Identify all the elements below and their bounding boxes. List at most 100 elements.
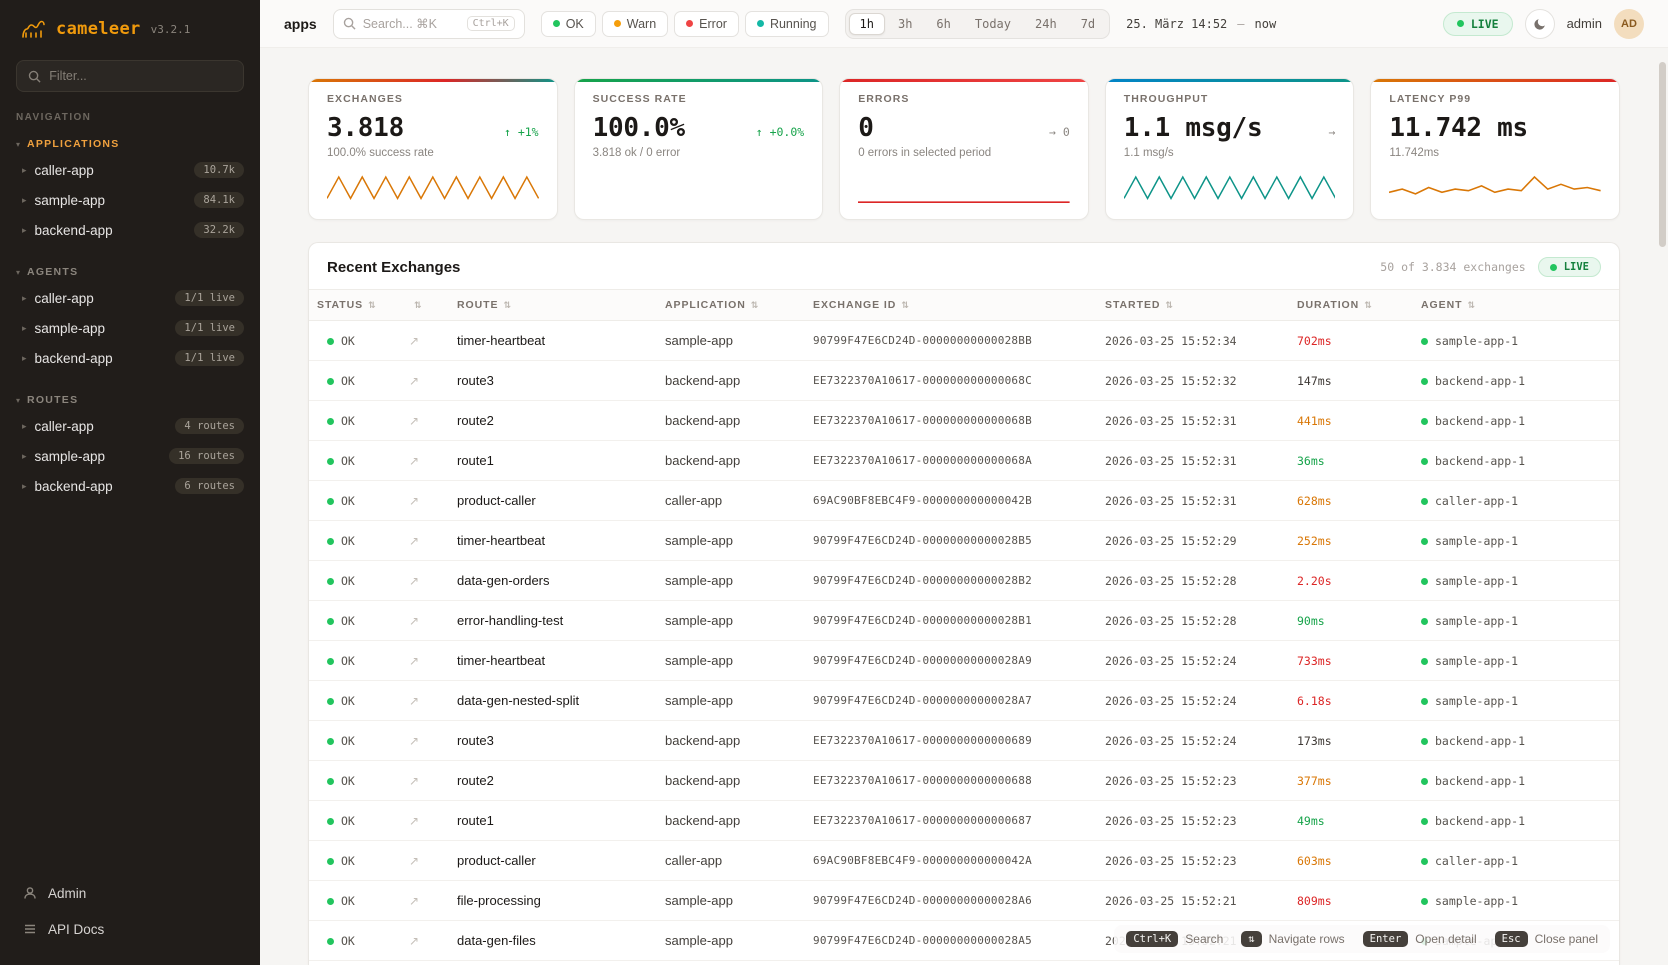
exchange-row[interactable]: OK ↗ route1 backend-app EE7322370A10617-… <box>309 441 1619 481</box>
column-header[interactable]: ROUTE⇅ <box>449 290 657 321</box>
open-detail-icon[interactable]: ↗ <box>409 814 419 828</box>
avatar[interactable]: AD <box>1614 9 1644 39</box>
column-header[interactable]: ⇅ <box>401 290 449 321</box>
duration-cell: 702ms <box>1297 334 1332 348</box>
started-cell: 2026-03-25 15:52:32 <box>1097 361 1289 401</box>
exchange-id-cell: 90799F47E6CD24D-00000000000028A6 <box>805 881 1097 921</box>
card-title: ERRORS <box>858 93 1070 105</box>
exchange-row[interactable]: OK ↗ data-gen-orders sample-app 90799F47… <box>309 561 1619 601</box>
exchange-row[interactable]: OK ↗ timer-heartbeat sample-app 90799F47… <box>309 321 1619 361</box>
status-filter-chip[interactable]: Running <box>745 11 829 37</box>
sort-icon: ⇅ <box>1467 300 1476 310</box>
exchange-row[interactable]: OK ↗ product-caller caller-app 69AC90BF8… <box>309 841 1619 881</box>
time-range-button[interactable]: 1h <box>849 13 885 35</box>
open-detail-icon[interactable]: ↗ <box>409 694 419 708</box>
sidebar-section-header[interactable]: ▾ AGENTS <box>0 261 260 283</box>
sidebar-item-badge: 1/1 live <box>175 290 244 306</box>
column-header[interactable]: STATUS⇅ <box>309 290 401 321</box>
open-detail-icon[interactable]: ↗ <box>409 614 419 628</box>
open-detail-icon[interactable]: ↗ <box>409 454 419 468</box>
sidebar-item[interactable]: ▸ caller-app 1/1 live <box>0 283 260 313</box>
status-filter-label: Error <box>699 17 727 31</box>
card-value: 1.1 msg/s <box>1124 113 1263 143</box>
duration-cell: 90ms <box>1297 614 1325 628</box>
sidebar-item-label: sample-app <box>35 193 106 208</box>
open-detail-icon[interactable]: ↗ <box>409 534 419 548</box>
status-ok-dot <box>327 898 334 905</box>
sparkline <box>1124 171 1336 209</box>
open-detail-icon[interactable]: ↗ <box>409 574 419 588</box>
application-cell: sample-app <box>657 321 805 361</box>
time-display[interactable]: 25. März 14:52 — now <box>1126 17 1276 31</box>
main-area: apps Ctrl+K OK Warn <box>260 0 1668 965</box>
exchange-row[interactable]: OK ↗ timer-heartbeat sample-app 90799F47… <box>309 521 1619 561</box>
sidebar-section-header[interactable]: ▾ APPLICATIONS <box>0 133 260 155</box>
sidebar-section-header[interactable]: ▾ ROUTES <box>0 389 260 411</box>
open-detail-icon[interactable]: ↗ <box>409 374 419 388</box>
sidebar-item[interactable]: ▸ caller-app 4 routes <box>0 411 260 441</box>
sidebar-item[interactable]: ▸ backend-app 32.2k <box>0 215 260 245</box>
column-header[interactable]: EXCHANGE ID⇅ <box>805 290 1097 321</box>
exchange-row[interactable]: OK ↗ product-caller caller-app 69AC90BF8… <box>309 481 1619 521</box>
status-ok-dot <box>327 778 334 785</box>
duration-cell: 49ms <box>1297 814 1325 828</box>
theme-toggle-button[interactable] <box>1525 9 1555 39</box>
exchange-row[interactable]: OK ↗ file-processing sample-app 90799F47… <box>309 881 1619 921</box>
metric-card-exchanges: EXCHANGES 3.818 ↑ +1% 100.0% success rat… <box>308 78 558 220</box>
column-header[interactable]: DURATION⇅ <box>1289 290 1413 321</box>
exchange-row[interactable]: OK ↗ error-handling-test sample-app 9079… <box>309 601 1619 641</box>
sidebar-item[interactable]: ▸ caller-app 10.7k <box>0 155 260 185</box>
open-detail-icon[interactable]: ↗ <box>409 734 419 748</box>
sidebar-item[interactable]: ▸ sample-app 1/1 live <box>0 313 260 343</box>
open-detail-icon[interactable]: ↗ <box>409 894 419 908</box>
time-range-button[interactable]: 3h <box>887 13 923 35</box>
sidebar-item[interactable]: ▸ backend-app 6 routes <box>0 471 260 501</box>
sidebar-item-admin[interactable]: Admin <box>16 877 244 909</box>
exchange-row[interactable]: OK ↗ route3 backend-app EE7322370A10617-… <box>309 361 1619 401</box>
open-detail-icon[interactable]: ↗ <box>409 774 419 788</box>
exchange-row[interactable]: OK ↗ route2 backend-app EE7322370A10617-… <box>309 761 1619 801</box>
moon-icon <box>1533 17 1547 31</box>
open-detail-icon[interactable]: ↗ <box>409 654 419 668</box>
scrollbar-thumb[interactable] <box>1659 62 1666 247</box>
sidebar-item[interactable]: ▸ backend-app 1/1 live <box>0 343 260 373</box>
open-detail-icon[interactable]: ↗ <box>409 494 419 508</box>
global-search-input[interactable] <box>363 17 460 31</box>
exchange-row[interactable]: OK ↗ timer-heartbeat sample-app 90799F47… <box>309 641 1619 681</box>
open-detail-icon[interactable]: ↗ <box>409 334 419 348</box>
status-filter-chip[interactable]: OK <box>541 11 596 37</box>
open-detail-icon[interactable]: ↗ <box>409 934 419 948</box>
sidebar-item-api-docs[interactable]: API Docs <box>16 913 244 945</box>
exchange-row[interactable]: OK ↗ route2 backend-app EE7322370A10617-… <box>309 401 1619 441</box>
time-range-button[interactable]: 24h <box>1024 13 1068 35</box>
time-range-button[interactable]: Today <box>964 13 1022 35</box>
status-filter-chip[interactable]: Warn <box>602 11 668 37</box>
column-header[interactable]: AGENT⇅ <box>1413 290 1619 321</box>
sidebar-item-label: caller-app <box>35 419 94 434</box>
status-filter-chip[interactable]: Error <box>674 11 739 37</box>
exchange-row[interactable]: OK ↗ route3 backend-app EE7322370A10617-… <box>309 721 1619 761</box>
exchange-row[interactable]: OK ↗ data-gen-nested-split sample-app 90… <box>309 681 1619 721</box>
open-detail-icon[interactable]: ↗ <box>409 854 419 868</box>
started-cell: 2026-03-25 15:52:31 <box>1097 481 1289 521</box>
column-header[interactable]: STARTED⇅ <box>1097 290 1289 321</box>
sort-icon: ⇅ <box>901 300 910 310</box>
sidebar-item[interactable]: ▸ sample-app 16 routes <box>0 441 260 471</box>
time-range-button[interactable]: 6h <box>925 13 961 35</box>
status-label: OK <box>341 894 355 908</box>
brand-name: cameleer <box>56 19 141 39</box>
live-toggle[interactable]: LIVE <box>1443 12 1513 36</box>
exchange-row[interactable]: OK ↗ route1 backend-app EE7322370A10617-… <box>309 801 1619 841</box>
open-detail-icon[interactable]: ↗ <box>409 414 419 428</box>
sidebar-filter-input[interactable] <box>49 69 233 83</box>
sidebar-filter[interactable] <box>16 60 244 92</box>
global-search[interactable]: Ctrl+K <box>333 9 525 39</box>
sidebar-item-badge: 84.1k <box>194 192 244 208</box>
started-cell: 2026-03-25 15:52:24 <box>1097 641 1289 681</box>
sidebar-item[interactable]: ▸ sample-app 84.1k <box>0 185 260 215</box>
chevron-right-icon: ▸ <box>22 481 27 492</box>
column-header[interactable]: APPLICATION⇅ <box>657 290 805 321</box>
sparkline <box>858 171 1070 209</box>
time-range-button[interactable]: 7d <box>1070 13 1106 35</box>
context-label[interactable]: apps <box>284 16 317 32</box>
